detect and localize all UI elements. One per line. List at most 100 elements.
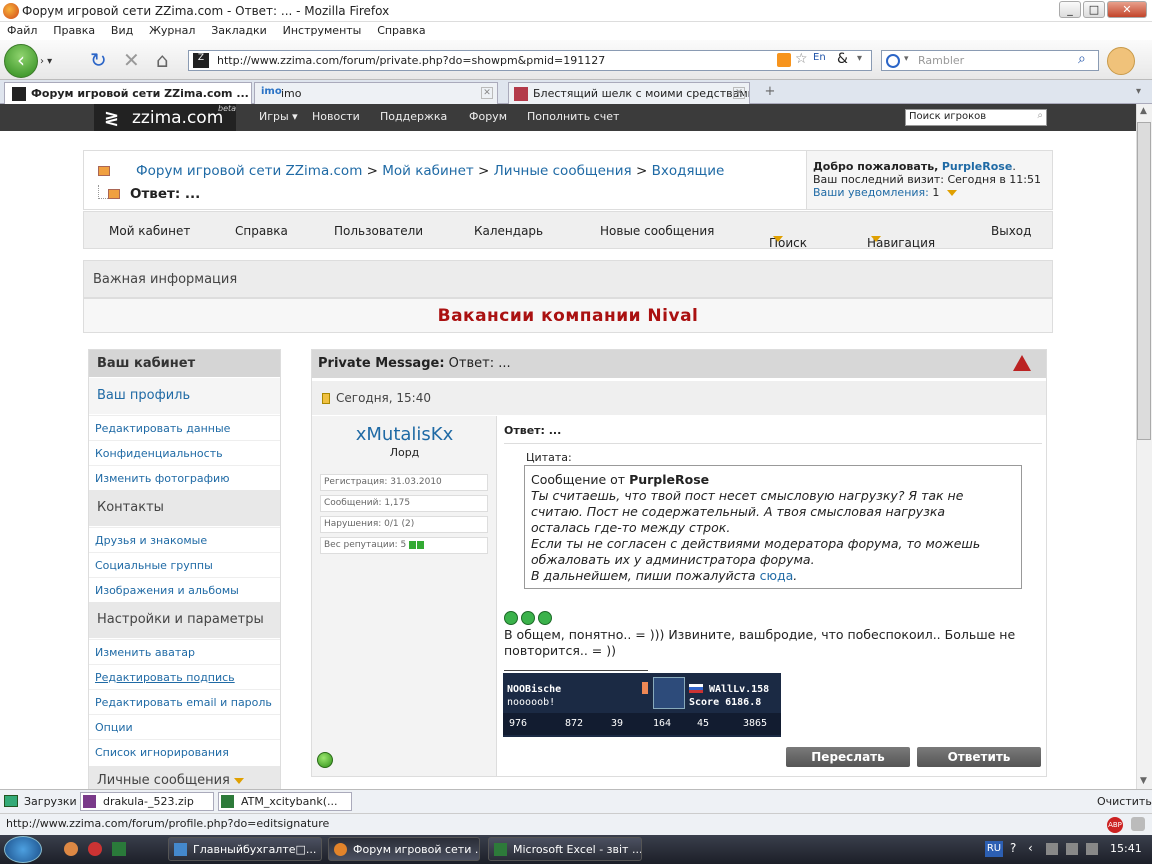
sidebar-item-change-avatar[interactable]: Изменить аватар [89, 639, 280, 664]
start-button[interactable] [4, 836, 42, 863]
translate-icon[interactable]: En [813, 52, 826, 63]
url-dropdown-icon[interactable]: ▾ [857, 53, 862, 64]
forward-button[interactable]: Переслать [786, 747, 910, 767]
taskbar-item[interactable]: Microsoft Excel - звіт ... [488, 837, 642, 861]
sidebar-item-change-photo[interactable]: Изменить фотографию [89, 465, 280, 490]
breadcrumb-inbox[interactable]: Входящие [652, 163, 725, 179]
addon-status-icon[interactable] [1131, 817, 1145, 831]
tab-close-icon[interactable]: ✕ [733, 87, 745, 99]
quicklaunch-icon[interactable] [88, 842, 102, 856]
quote-link[interactable]: сюда [760, 568, 794, 583]
ampersand-icon[interactable]: & [837, 51, 848, 67]
addon-face-icon[interactable] [1107, 47, 1135, 75]
menu-edit[interactable]: Правка [53, 24, 95, 37]
sidebar-item-edit-email-password[interactable]: Редактировать email и пароль [89, 689, 280, 714]
tab-forum[interactable]: Форум игровой сети ZZima.com ... [4, 82, 252, 104]
scroll-up-icon[interactable]: ▲ [1140, 106, 1147, 116]
menu-view[interactable]: Вид [111, 24, 133, 37]
sig-bar-icon [642, 682, 648, 694]
site-nav-support[interactable]: Поддержка [380, 110, 447, 123]
clock[interactable]: 15:41 [1110, 842, 1142, 855]
notifications-label[interactable]: Ваши уведомления: [813, 186, 929, 199]
quicklaunch-icon[interactable] [112, 842, 126, 856]
sidebar-pm-header[interactable]: Личные сообщения [89, 766, 280, 790]
breadcrumb-cabinet[interactable]: Мой кабинет [382, 163, 474, 179]
taskbar-item-active[interactable]: Форум игровой сети ... [328, 837, 480, 861]
nav-my-cabinet[interactable]: Мой кабинет [109, 224, 190, 238]
report-warning-icon[interactable] [1013, 355, 1031, 371]
reload-icon[interactable]: ↻ [90, 48, 107, 72]
adblock-icon[interactable]: ABP [1107, 817, 1123, 833]
nav-logout[interactable]: Выход [991, 224, 1031, 238]
maximize-button[interactable]: □ [1083, 1, 1105, 18]
site-logo[interactable]: ≷ zzima.com beta [94, 104, 236, 131]
scroll-down-icon[interactable]: ▼ [1140, 776, 1147, 786]
nav-calendar[interactable]: Календарь [474, 224, 543, 238]
tray-icon[interactable] [1046, 843, 1058, 855]
nav-help[interactable]: Справка [235, 224, 288, 238]
welcome-username[interactable]: PurpleRose [942, 160, 1012, 173]
taskbar-item[interactable]: Главныйбухгалте□... [168, 837, 322, 861]
menu-help[interactable]: Справка [377, 24, 425, 37]
engine-dropdown-icon[interactable]: ▾ [904, 54, 909, 64]
back-arrow-icon[interactable]: ‹ [4, 44, 38, 78]
site-nav-topup[interactable]: Пополнить счет [527, 110, 619, 123]
nival-banner[interactable]: Вакансии компании Nival [83, 298, 1053, 333]
downloads-clear[interactable]: Очистить [1097, 795, 1152, 808]
notifications[interactable]: Ваши уведомления: 1 [813, 186, 1046, 199]
sidebar-item-ignore-list[interactable]: Список игнорирования [89, 739, 280, 764]
stop-icon[interactable]: ✕ [123, 48, 140, 72]
home-icon[interactable]: ⌂ [156, 48, 169, 72]
reply-button[interactable]: Ответить [917, 747, 1041, 767]
stat-reputation: Вес репутации: 5 [320, 537, 488, 554]
tab-imo[interactable]: imo imo ✕ [254, 82, 498, 104]
help-tray-icon[interactable]: ? [1010, 841, 1016, 855]
menu-history[interactable]: Журнал [149, 24, 195, 37]
volume-icon[interactable] [1086, 843, 1098, 855]
address-bar[interactable]: Z http://www.zzima.com/forum/private.php… [188, 50, 872, 71]
sidebar-item-social-groups[interactable]: Социальные группы [89, 552, 280, 577]
author-name[interactable]: xMutalisKx [312, 424, 497, 445]
search-input[interactable]: Rambler [918, 54, 964, 67]
tab-close-icon[interactable]: ✕ [481, 87, 493, 99]
tab-list-icon[interactable]: ▾ [1136, 86, 1141, 97]
close-window-button[interactable]: ✕ [1107, 1, 1147, 18]
nav-users[interactable]: Пользователи [334, 224, 423, 238]
sig-stat: 976 [509, 718, 528, 729]
imo-logo-icon: imo [261, 86, 282, 97]
language-indicator[interactable]: RU [985, 841, 1003, 857]
scrollbar-thumb[interactable] [1137, 122, 1151, 440]
tray-expand-icon[interactable]: ‹ [1028, 841, 1033, 855]
breadcrumb-pm[interactable]: Личные сообщения [494, 163, 632, 179]
site-nav-games[interactable]: Игры ▾ [259, 110, 298, 123]
sidebar-item-options[interactable]: Опции [89, 714, 280, 739]
search-engine-box[interactable]: ▾ Rambler ⌕ [881, 50, 1099, 71]
sidebar-item-edit-data[interactable]: Редактировать данные [89, 415, 280, 440]
site-nav-forum[interactable]: Форум [469, 110, 507, 123]
menu-file[interactable]: Файл [7, 24, 37, 37]
sidebar-item-edit-signature[interactable]: Редактировать подпись [89, 664, 280, 689]
download-item[interactable]: ATM_xcitybank(... [218, 792, 352, 811]
sidebar-profile-header[interactable]: Ваш профиль [89, 378, 280, 414]
forward-arrow-icon[interactable]: › ▾ [40, 56, 70, 70]
menu-bookmarks[interactable]: Закладки [211, 24, 267, 37]
tab-silk[interactable]: Блестящий шелк с моими средствами... ✕ [508, 82, 750, 104]
sidebar-item-privacy[interactable]: Конфиденциальность [89, 440, 280, 465]
breadcrumb-forum[interactable]: Форум игровой сети ZZima.com [136, 163, 362, 179]
player-search-input[interactable]: Поиск игроков ⌕ [905, 109, 1047, 126]
quicklaunch-icon[interactable] [64, 842, 78, 856]
nav-new-posts[interactable]: Новые сообщения [600, 224, 714, 238]
download-item[interactable]: drakula-_523.zip [80, 792, 214, 811]
rss-icon[interactable] [777, 53, 791, 67]
bookmark-star-icon[interactable]: ☆ [795, 51, 808, 67]
minimize-button[interactable]: _ [1059, 1, 1081, 18]
downloads-label[interactable]: Загрузки [24, 795, 77, 808]
menu-tools[interactable]: Инструменты [283, 24, 362, 37]
sidebar-item-friends[interactable]: Друзья и знакомые [89, 527, 280, 552]
tray-icon[interactable] [1066, 843, 1078, 855]
new-tab-icon[interactable]: + [760, 84, 780, 102]
tab-imo-label: imo [281, 87, 302, 100]
sidebar-item-images-albums[interactable]: Изображения и альбомы [89, 577, 280, 602]
site-nav-news[interactable]: Новости [312, 110, 360, 123]
search-icon[interactable]: ⌕ [1078, 51, 1086, 67]
